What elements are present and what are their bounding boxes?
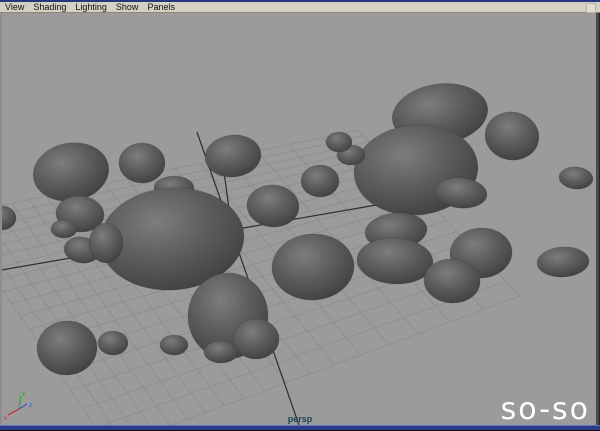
viewport-right-border — [596, 13, 600, 425]
viewport-left-border — [0, 13, 2, 425]
menu-item-view[interactable]: View — [5, 2, 24, 12]
menu-item-shading[interactable]: Shading — [33, 2, 66, 12]
viewport-canvas[interactable]: xyz — [0, 0, 600, 431]
rock-meshes — [0, 78, 594, 378]
menubar: View Shading Lighting Show Panels — [0, 2, 600, 13]
panel-menu-icon[interactable] — [586, 3, 596, 13]
window-bottom-edge — [0, 425, 600, 431]
svg-text:z: z — [29, 403, 32, 409]
watermark-text: so-so — [501, 392, 590, 427]
maya-viewport-window: ViewShadingLightingShowPanels xyz persp … — [0, 0, 600, 431]
svg-text:y: y — [22, 391, 25, 397]
menu-item-show[interactable]: Show — [116, 2, 139, 12]
menu-item-lighting[interactable]: Lighting — [75, 2, 107, 12]
menu-item-panels[interactable]: Panels — [147, 2, 175, 12]
